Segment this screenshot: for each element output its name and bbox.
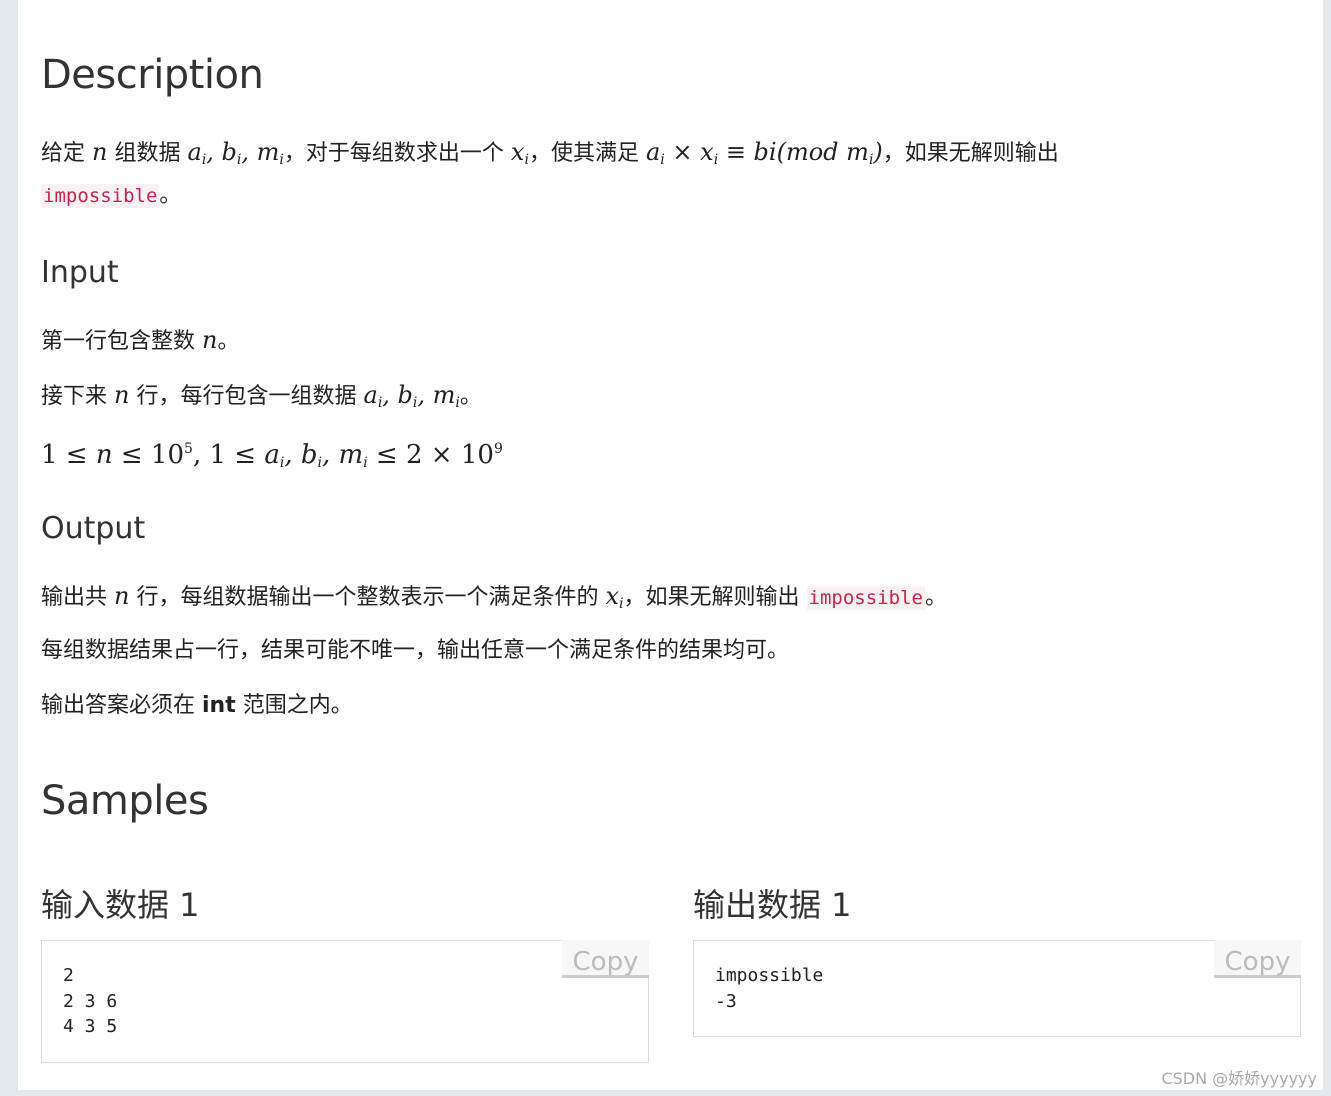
sample-input-box: 2 2 3 6 4 3 5 Copy (41, 940, 649, 1063)
description-line-2: impossible。 (41, 183, 182, 208)
samples-heading: Samples (41, 778, 209, 824)
description-line-1: 给定 n 组数据 ai, bi, mi，对于每组数求出一个 xi，使其满足 ai… (41, 138, 1059, 168)
input-heading: Input (41, 255, 119, 290)
description-heading: Description (41, 52, 264, 98)
output-line-2: 每组数据结果占一行，结果可能不唯一，输出任意一个满足条件的结果均可。 (41, 638, 790, 663)
sample-output-data[interactable]: impossible -3 (694, 941, 1300, 1034)
csdn-watermark: CSDN @娇娇yyyyyy (1161, 1069, 1317, 1088)
output-line-1: 输出共 n 行，每组数据输出一个整数表示一个满足条件的 xi，如果无解则输出 i… (41, 582, 947, 612)
sample-output-box: impossible -3 Copy (693, 940, 1301, 1037)
math-congruence: ai × xi ≡ bi(mod mi) (645, 138, 883, 168)
sample-input-title: 输入数据 1 (41, 886, 200, 924)
input-line-1: 第一行包含整数 n。 (41, 326, 240, 354)
sample-input-data[interactable]: 2 2 3 6 4 3 5 (42, 941, 648, 1060)
math-xi: xi (510, 138, 529, 168)
impossible-code: impossible (806, 586, 925, 610)
output-line-3: 输出答案必须在 int 范围之内。 (41, 693, 353, 718)
input-line-2: 接下来 n 行，每行包含一组数据 ai, bi, mi。 (41, 381, 482, 411)
copy-output-button[interactable]: Copy (1214, 940, 1301, 978)
output-heading: Output (41, 511, 146, 546)
input-constraints: 1 ≤ n ≤ 105, 1 ≤ ai, bi, mi ≤ 2 × 109 (41, 440, 503, 471)
copy-input-button[interactable]: Copy (562, 940, 649, 978)
problem-card: Description 给定 n 组数据 ai, bi, mi，对于每组数求出一… (18, 0, 1323, 1090)
math-ai-bi-mi: ai, bi, mi (187, 138, 284, 168)
sample-output-title: 输出数据 1 (693, 886, 852, 924)
impossible-code: impossible (41, 184, 160, 208)
